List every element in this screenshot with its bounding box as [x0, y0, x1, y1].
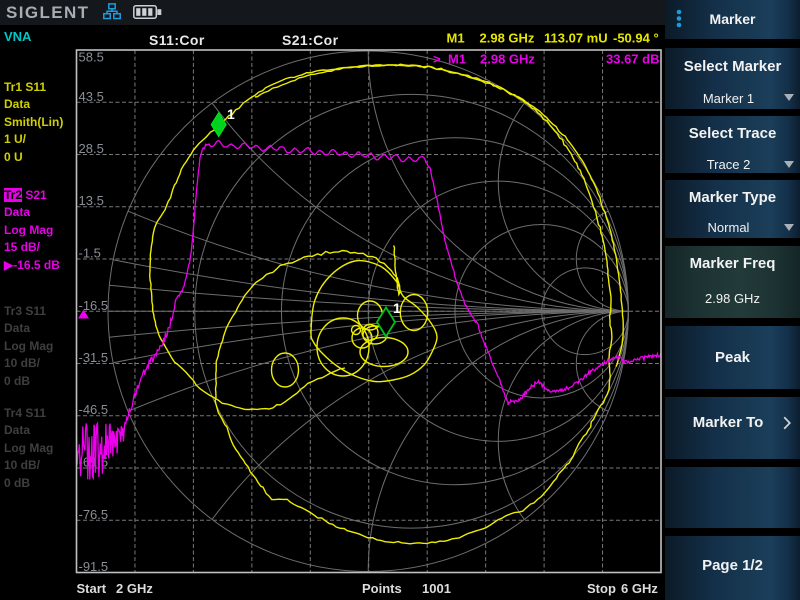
svg-text:43.5: 43.5 — [79, 89, 104, 104]
svg-text:2.98 GHz: 2.98 GHz — [480, 52, 535, 67]
svg-text:13.5: 13.5 — [79, 193, 104, 208]
svg-text:-46.5: -46.5 — [79, 402, 109, 417]
svg-text:113.07 mU: 113.07 mU — [544, 31, 608, 46]
svg-text:1: 1 — [393, 300, 401, 316]
svg-text:58.5: 58.5 — [79, 50, 104, 65]
svg-text:1: 1 — [227, 106, 235, 122]
svg-text:-31.5: -31.5 — [79, 350, 109, 365]
svg-text:-50.94 °: -50.94 ° — [613, 31, 659, 46]
svg-text:28.5: 28.5 — [79, 141, 104, 156]
svg-text:>: > — [433, 52, 441, 67]
svg-text:M1: M1 — [447, 31, 465, 46]
svg-text:-1.5: -1.5 — [79, 246, 101, 261]
svg-text:2.98 GHz: 2.98 GHz — [480, 31, 535, 46]
svg-text:M1: M1 — [448, 52, 466, 67]
svg-text:33.67 dB: 33.67 dB — [606, 52, 659, 67]
svg-text:-76.5: -76.5 — [79, 507, 109, 522]
